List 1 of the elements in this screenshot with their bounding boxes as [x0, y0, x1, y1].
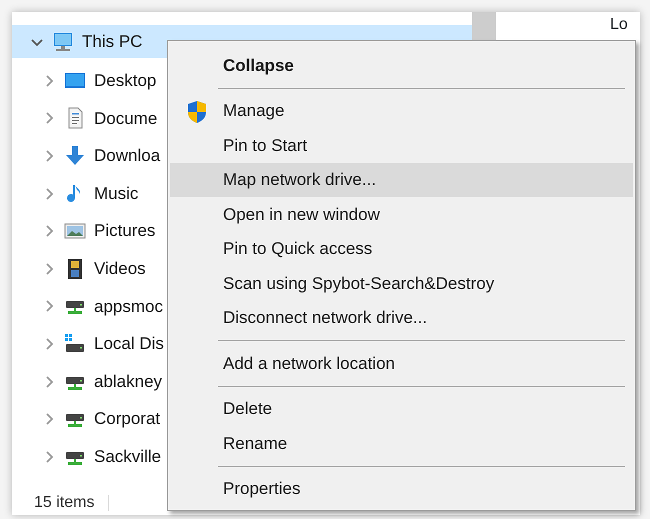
item-count: 15 items — [34, 492, 94, 512]
